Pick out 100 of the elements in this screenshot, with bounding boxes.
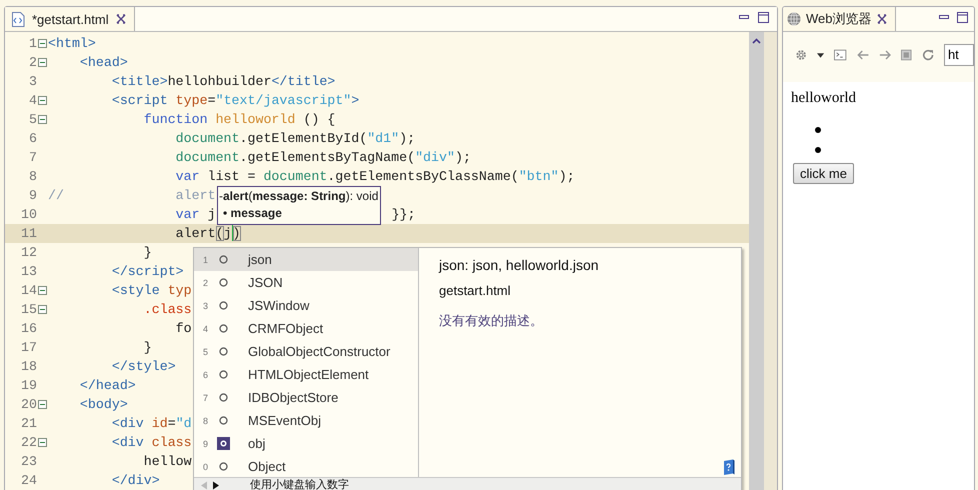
circle-icon xyxy=(218,370,228,379)
line-number: 9 xyxy=(28,188,37,203)
terminal-icon[interactable] xyxy=(834,49,847,61)
circle-icon xyxy=(218,324,228,333)
code-line: } xyxy=(142,244,152,262)
line-number: 5 xyxy=(28,112,37,127)
caret-icon[interactable] xyxy=(817,52,824,58)
code-line: </div> xyxy=(110,472,160,490)
completion-item[interactable]: 2 JSON xyxy=(194,271,418,294)
code-line: .class xyxy=(142,301,192,319)
detail-file: getstart.html xyxy=(439,283,512,298)
line-number: 11 xyxy=(20,226,37,241)
code-line: fo xyxy=(174,320,192,338)
line-number: 15 xyxy=(20,302,37,317)
completion-item[interactable]: 4 CRMFObject xyxy=(194,317,418,340)
code-line: </head> xyxy=(78,377,136,395)
settings-icon[interactable] xyxy=(795,48,808,62)
fold-icon[interactable] xyxy=(38,58,47,67)
parameter-text: • message xyxy=(222,205,283,222)
page-button[interactable]: click me xyxy=(793,163,854,184)
detail-title: json: json, helloworld.json xyxy=(439,257,600,273)
refresh-icon[interactable] xyxy=(922,48,934,62)
dot-square-icon xyxy=(216,437,230,450)
circle-icon xyxy=(218,416,228,425)
code-line: function helloworld () { xyxy=(142,111,336,129)
code-line: document.getElementsByTagName("div"); xyxy=(174,149,471,167)
line-number: 8 xyxy=(28,169,37,184)
bullet-icon xyxy=(815,127,821,133)
completion-item[interactable]: 3 JSWindow xyxy=(194,294,418,317)
code-line: }}; xyxy=(392,206,416,224)
line-number: 19 xyxy=(20,378,37,393)
code-line: <style typ xyxy=(110,282,192,300)
code-line: <html> xyxy=(48,35,96,53)
editor-tab[interactable]: *getstart.html xyxy=(5,7,135,31)
page-text: helloworld xyxy=(791,90,857,107)
line-number: 17 xyxy=(20,340,37,355)
browser-tab[interactable]: Web浏览器 xyxy=(783,7,896,31)
fold-icon[interactable] xyxy=(38,305,47,314)
code-line: <title>hellohbuilder</title> xyxy=(110,73,336,91)
code-line: <head> xyxy=(78,54,128,72)
html-file-icon xyxy=(11,12,25,26)
completion-item[interactable]: 8 MSEventObj xyxy=(194,409,418,432)
signature-text: -alert(message: String): void xyxy=(219,188,378,205)
close-icon[interactable] xyxy=(876,14,886,24)
line-number: 16 xyxy=(20,321,37,336)
line-number: 14 xyxy=(20,283,37,298)
completion-item[interactable]: 6 HTMLObjectElement xyxy=(194,363,418,386)
code-line: var j xyxy=(174,206,216,224)
line-number: 2 xyxy=(28,55,37,70)
line-number: 21 xyxy=(20,416,37,431)
line-number: 20 xyxy=(20,397,37,412)
fold-icon[interactable] xyxy=(38,39,47,48)
code-line: <body> xyxy=(78,396,128,414)
minimize-icon[interactable] xyxy=(939,15,949,20)
line-number: 23 xyxy=(20,454,37,469)
forward-arrow-icon[interactable] xyxy=(878,49,892,61)
maximize-icon[interactable] xyxy=(957,12,968,23)
fold-icon[interactable] xyxy=(38,115,47,124)
fold-icon[interactable] xyxy=(38,400,47,409)
fold-icon[interactable] xyxy=(38,438,47,447)
completion-item[interactable]: 7 IDBObjectStore xyxy=(194,386,418,409)
code-line: document.getElementById("d1"); xyxy=(174,130,416,148)
fold-icon[interactable] xyxy=(38,96,47,105)
circle-icon xyxy=(218,393,228,402)
scrollbar[interactable] xyxy=(749,32,764,490)
circle-icon xyxy=(218,462,228,471)
close-icon[interactable] xyxy=(116,14,126,24)
code-line: var list = document.getElementsByClassName("btn"); xyxy=(174,168,575,186)
maximize-icon[interactable] xyxy=(758,12,769,23)
code-line: <div id="d xyxy=(110,415,192,433)
line-number: 4 xyxy=(28,93,37,108)
code-line: alert(j) xyxy=(174,224,241,243)
detail-description: 没有有效的描述。 xyxy=(439,312,544,330)
completion-item[interactable]: 0 Object xyxy=(194,455,418,478)
line-number: 18 xyxy=(20,359,37,374)
code-line: } xyxy=(142,339,152,357)
completion-item[interactable]: 9 obj xyxy=(194,432,418,455)
completion-item[interactable]: 5 GlobalObjectConstructor xyxy=(194,340,418,363)
hint-text: 使用小键盘输入数字 xyxy=(250,478,349,490)
help-book-icon[interactable] xyxy=(723,459,735,475)
right-arrow-icon[interactable] xyxy=(212,480,220,490)
code-line: </style> xyxy=(110,358,176,376)
line-number: 6 xyxy=(28,131,37,146)
url-field[interactable]: ht xyxy=(944,44,974,66)
line-number: 22 xyxy=(20,435,37,450)
globe-icon xyxy=(787,12,801,26)
back-arrow-icon[interactable] xyxy=(856,49,869,61)
code-line: hellow xyxy=(142,453,192,471)
line-number: 24 xyxy=(20,473,37,488)
line-number: 7 xyxy=(28,150,37,165)
completion-item[interactable]: 1 json xyxy=(194,248,418,271)
minimize-icon[interactable] xyxy=(739,15,749,20)
line-number: 3 xyxy=(28,74,37,89)
circle-icon xyxy=(218,301,228,310)
scroll-up-icon[interactable] xyxy=(752,38,761,44)
circle-icon xyxy=(218,347,228,356)
stop-icon[interactable] xyxy=(901,49,912,61)
fold-icon[interactable] xyxy=(38,286,47,295)
code-line: <div class xyxy=(110,434,192,452)
circle-icon xyxy=(218,278,228,287)
